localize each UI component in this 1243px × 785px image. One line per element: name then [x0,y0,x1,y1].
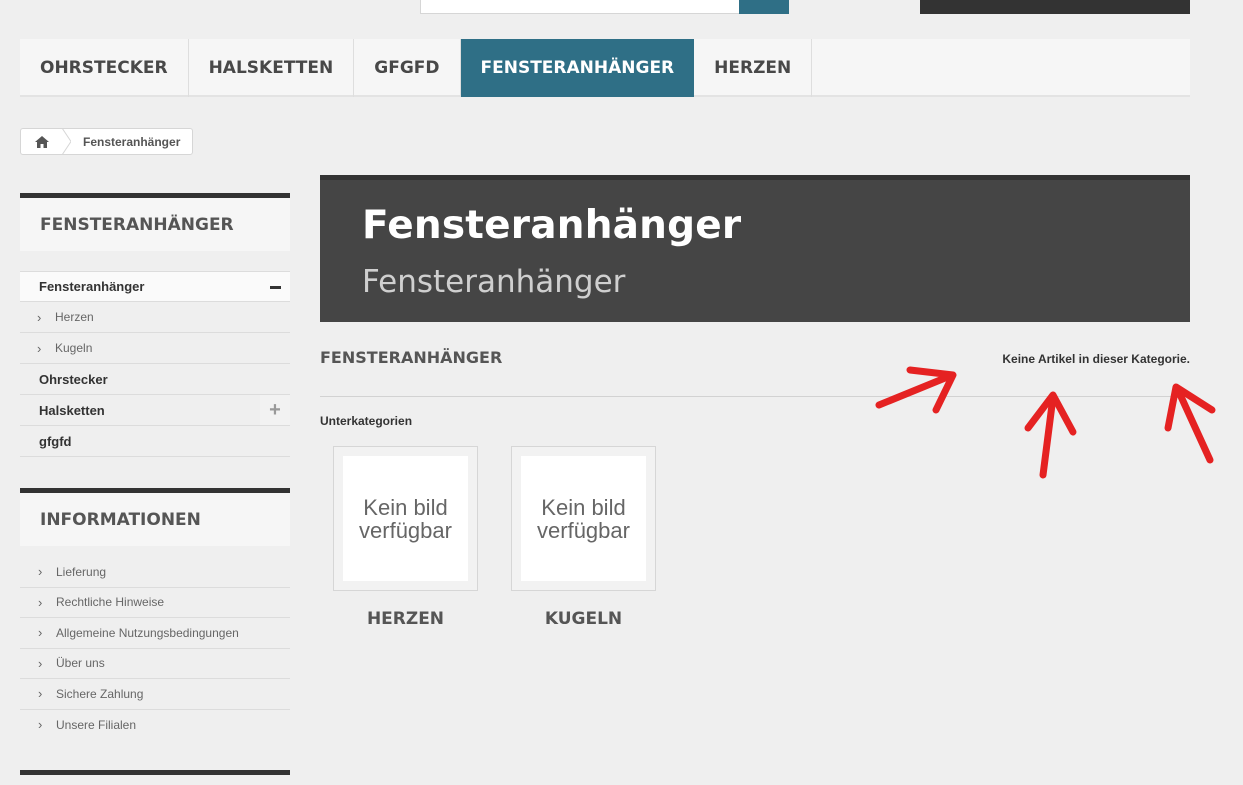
home-icon [34,135,49,148]
menu-item-halsketten[interactable]: HALSKETTEN [189,39,355,97]
plus-icon: + [269,398,281,421]
chevron-right-icon: › [38,594,43,610]
no-image-placeholder: Kein bild verfügbar [521,456,646,581]
placeholder-text: Kein bild [363,494,448,520]
menu-item-herzen[interactable]: HERZEN [694,39,813,97]
page-heading: FENSTERANHÄNGER Keine Artikel in dieser … [320,348,1190,397]
search-button[interactable] [739,0,789,14]
category-fensteranhaenger[interactable]: Fensteranhänger [20,271,290,302]
category-herzen[interactable]: › Herzen [20,302,290,333]
info-link-label: Über uns [56,656,105,671]
chevron-right-icon: › [38,717,43,733]
info-link-sichere-zahlung[interactable]: › Sichere Zahlung [20,679,290,710]
info-link-label: Unsere Filialen [56,717,137,732]
category-halsketten[interactable]: Halsketten + [20,395,290,426]
info-link-filialen[interactable]: › Unsere Filialen [20,710,290,741]
category-label: Fensteranhänger [39,279,145,294]
placeholder-text: verfügbar [359,517,452,543]
menu-item-gfgfd[interactable]: GFGFD [354,39,461,97]
category-label: Herzen [55,310,94,324]
search-input[interactable] [420,0,740,14]
chevron-right-icon: › [38,686,43,702]
chevron-right-icon: › [38,655,43,671]
menu-item-fensteranhaenger[interactable]: FENSTERANHÄNGER [460,39,695,97]
info-block-title: INFORMATIONEN [20,488,290,546]
annotation-arrow-icon [1164,383,1216,464]
info-link-nutzungsbedingungen[interactable]: › Allgemeine Nutzungsbedingungen [20,618,290,649]
breadcrumb-current: Fensteranhänger [83,134,181,149]
category-kugeln[interactable]: › Kugeln [20,333,290,364]
category-tree: Fensteranhänger › Herzen › Kugeln Ohrste… [20,271,290,457]
annotation-arrow-icon [1024,391,1077,479]
category-label: Ohrstecker [39,371,108,387]
category-title: Fensteranhänger [362,203,742,248]
subcategory-image[interactable]: Kein bild verfügbar [511,446,656,591]
subcategory-herzen[interactable]: Kein bild verfügbar HERZEN [333,446,478,629]
chevron-right-icon: › [37,309,42,325]
main-menu: OHRSTECKER HALSKETTEN GFGFD FENSTERANHÄN… [20,39,1190,97]
expand-toggle[interactable]: + [260,395,290,425]
category-header: Fensteranhänger Fensteranhänger [320,175,1190,322]
chevron-right-icon: › [37,340,42,356]
breadcrumb: Fensteranhänger [20,128,194,155]
product-count: Keine Artikel in dieser Kategorie. [1002,352,1190,366]
categories-block-title: FENSTERANHÄNGER [20,193,290,251]
category-label: gfgfd [39,433,72,449]
minus-icon [269,285,281,289]
breadcrumb-home[interactable] [21,128,71,155]
cart-block[interactable] [920,0,1190,14]
category-ohrstecker[interactable]: Ohrstecker [20,364,290,395]
subcategories-label: Unterkategorien [320,414,413,428]
category-gfgfd[interactable]: gfgfd [20,426,290,457]
info-link-lieferung[interactable]: › Lieferung [20,557,290,588]
info-link-rechtliche-hinweise[interactable]: › Rechtliche Hinweise [20,588,290,618]
info-link-label: Sichere Zahlung [56,686,144,701]
collapse-toggle[interactable] [260,272,290,302]
subcategory-image[interactable]: Kein bild verfügbar [333,446,478,591]
subcategory-name[interactable]: HERZEN [333,609,478,629]
page-heading-title: FENSTERANHÄNGER [320,348,503,367]
info-link-label: Allgemeine Nutzungsbedingungen [56,625,239,640]
subcategory-kugeln[interactable]: Kein bild verfügbar KUGELN [511,446,656,629]
chevron-right-icon: › [38,625,43,641]
category-subtitle: Fensteranhänger [362,264,626,300]
no-image-placeholder: Kein bild verfügbar [343,456,468,581]
category-label: Kugeln [55,341,93,355]
chevron-right-icon: › [38,564,43,580]
sidebar-next-block [20,770,290,775]
info-link-label: Rechtliche Hinweise [56,595,165,610]
category-label: Halsketten [39,402,105,418]
subcategory-name[interactable]: KUGELN [511,609,656,629]
info-links: › Lieferung › Rechtliche Hinweise › Allgeme… [20,557,290,740]
placeholder-text: Kein bild [541,494,626,520]
info-link-ueber-uns[interactable]: › Über uns [20,649,290,679]
menu-item-ohrstecker[interactable]: OHRSTECKER [20,39,189,97]
placeholder-text: verfügbar [537,517,630,543]
info-link-label: Lieferung [56,564,107,579]
breadcrumb-separator [62,128,71,155]
